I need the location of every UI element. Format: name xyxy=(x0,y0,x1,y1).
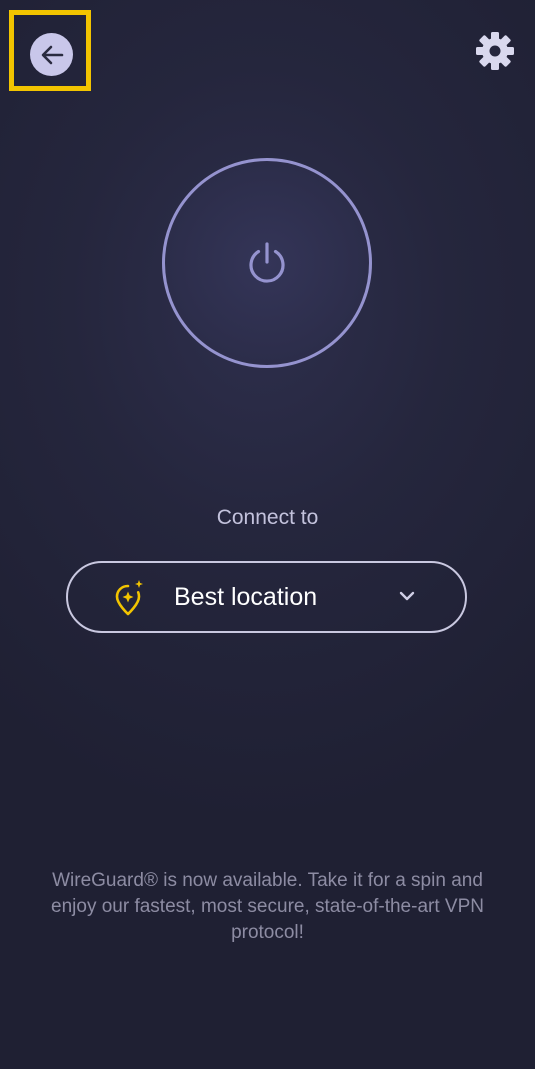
location-pin-sparkle-icon xyxy=(115,580,143,616)
settings-button[interactable] xyxy=(475,31,515,71)
connect-to-label: Connect to xyxy=(216,506,319,529)
power-button[interactable] xyxy=(162,158,372,368)
chevron-down-icon xyxy=(399,591,415,601)
wireguard-promo-text: WireGuard® is now available. Take it for… xyxy=(51,870,484,943)
location-dropdown[interactable]: Best location xyxy=(66,561,467,633)
gear-icon xyxy=(476,32,514,70)
location-selected-value: Best location xyxy=(174,583,318,611)
vpn-app-window: Connect to Best location WireGuard® is n… xyxy=(0,0,535,1069)
arrow-left-icon xyxy=(41,45,63,64)
back-button[interactable] xyxy=(30,33,73,76)
power-icon xyxy=(249,242,285,283)
